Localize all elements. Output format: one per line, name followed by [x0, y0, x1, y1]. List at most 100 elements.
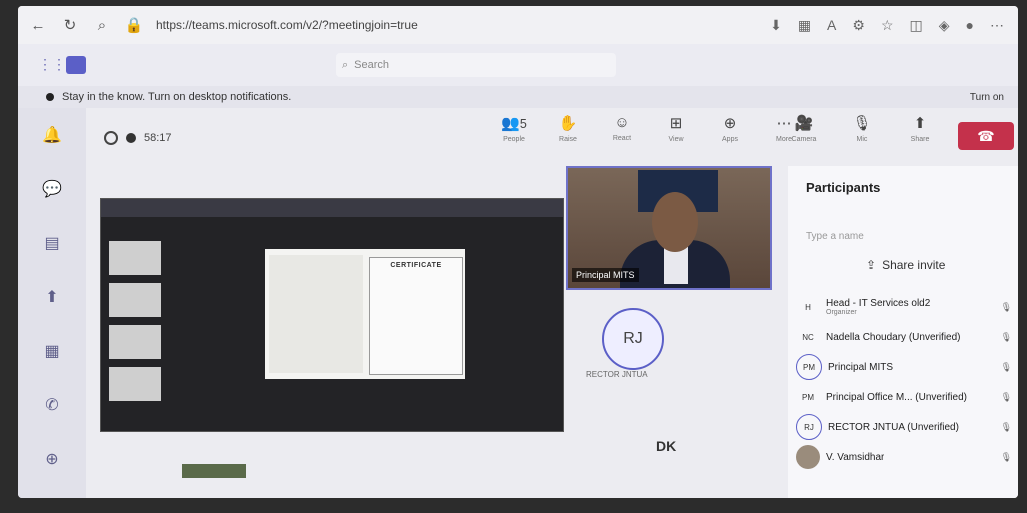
rail-calls[interactable]: ✆ — [18, 378, 86, 432]
share-invite-button[interactable]: ⇪ Share invite — [866, 258, 945, 272]
tool-label: People — [503, 136, 525, 143]
view-button[interactable]: ⊞ View — [658, 114, 694, 143]
mic-button[interactable]: 🎙 Mic — [844, 114, 880, 143]
video-name-label: Principal MITS — [572, 268, 639, 282]
status-icon — [104, 131, 118, 145]
slide-thumbnail — [109, 367, 161, 401]
mic-icon: 🎙 — [1000, 421, 1012, 432]
assignments-icon: ⬆ — [45, 289, 59, 306]
share-icon: ⬆ — [913, 115, 927, 132]
app-launcher-icon[interactable]: ⋮⋮ — [38, 56, 66, 74]
rail-chat[interactable]: 💬 — [18, 162, 86, 216]
install-icon[interactable]: ⬇ — [770, 17, 782, 34]
people-button[interactable]: 👥5 People — [496, 114, 532, 143]
panel-title: Participants — [806, 180, 881, 195]
search-input[interactable]: ⌕ Search — [336, 53, 616, 77]
certificate-title: CERTIFICATE — [390, 262, 442, 269]
react-button[interactable]: ☺ React — [604, 114, 640, 143]
read-aloud-icon[interactable]: A — [827, 17, 836, 34]
apps-icon[interactable]: ▦ — [798, 17, 811, 34]
participant-search-input[interactable]: Type a name — [806, 224, 1006, 248]
app-rail: 🔔 💬 ▤ ⬆ ▦ ✆ ⊕ — [18, 108, 86, 498]
favorite-icon[interactable]: ☆ — [881, 17, 894, 34]
tool-label: View — [668, 136, 684, 143]
participant-name: Head - IT Services old2 — [826, 298, 931, 309]
avatar: H — [805, 302, 811, 312]
mic-icon: 🎙 — [1000, 361, 1012, 372]
raise-hand-icon: ✋ — [558, 115, 578, 132]
split-icon[interactable]: ◫ — [910, 17, 923, 34]
participant-role: Organizer — [826, 309, 857, 316]
rail-apps[interactable]: ⊕ — [18, 432, 86, 486]
recording-icon — [126, 133, 136, 143]
participant-list: H Head - IT Services old2 Organizer 🎙 NC … — [796, 292, 1018, 472]
current-slide: CERTIFICATE — [265, 249, 465, 379]
timer-text: 58:17 — [144, 132, 172, 144]
slide-thumbnail — [109, 283, 161, 317]
avatar: RJ — [796, 414, 822, 440]
back-icon[interactable]: ← — [26, 13, 50, 37]
meeting-timer: 58:17 — [104, 131, 172, 145]
search-icon[interactable]: ⌕ — [90, 13, 114, 37]
list-item[interactable]: PM Principal Office M... (Unverified) 🎙 — [796, 382, 1018, 412]
collections-icon[interactable]: ◈ — [939, 17, 950, 34]
bell-icon: 🔔 — [42, 127, 62, 144]
tool-label: Raise — [559, 136, 577, 143]
slide-thumbnails — [109, 241, 167, 409]
presenter-label — [182, 464, 246, 478]
participant-count: 5 — [519, 117, 527, 131]
certificate-image: CERTIFICATE — [369, 257, 463, 375]
participants-panel: Participants Type a name ⇪ Share invite … — [788, 166, 1018, 498]
refresh-icon[interactable]: ↻ — [58, 13, 82, 37]
avatar: PM — [802, 392, 814, 402]
address-bar[interactable]: https://teams.microsoft.com/v2/?meetingj… — [156, 18, 456, 32]
avatar[interactable]: RJ — [602, 308, 664, 370]
search-placeholder: Search — [354, 59, 390, 71]
list-item[interactable]: V. Vamsidhar 🎙 — [796, 442, 1018, 472]
list-item[interactable]: NC Nadella Choudary (Unverified) 🎙 — [796, 322, 1018, 352]
list-item[interactable]: PM Principal MITS 🎙 — [796, 352, 1018, 382]
mic-icon: 🎙 — [1000, 301, 1012, 312]
avatar-dk[interactable]: DK — [656, 438, 676, 454]
turn-on-button[interactable]: Turn on — [970, 92, 1004, 103]
participant-name: Nadella Choudary (Unverified) — [826, 331, 961, 343]
react-icon: ☺ — [614, 114, 630, 131]
browser-actions: ⬇ ▦ A ⚙ ☆ ◫ ◈ ● ⋯ — [770, 17, 1004, 34]
rail-assignments[interactable]: ⬆ — [18, 270, 86, 324]
view-icon: ⊞ — [669, 115, 683, 132]
avatar-name: RECTOR JNTUA — [586, 370, 648, 379]
share-button[interactable]: ⬆ Share — [902, 114, 938, 143]
mic-icon: 🎙 — [1000, 331, 1012, 342]
participant-name: Principal Office M... (Unverified) — [826, 391, 967, 403]
lock-icon: 🔒 — [124, 17, 144, 34]
mic-icon: 🎙 — [852, 115, 872, 132]
video-person-head — [652, 192, 698, 252]
apps-icon: ⊕ — [723, 115, 737, 132]
leave-button[interactable]: ☎ — [958, 122, 1014, 150]
extensions-icon[interactable]: ⚙ — [852, 17, 865, 34]
control-label: Camera — [791, 136, 817, 143]
video-tile[interactable]: Principal MITS — [566, 166, 772, 290]
participant-name: Principal MITS — [828, 361, 894, 373]
more-icon[interactable]: ⋯ — [990, 17, 1004, 34]
apps-button[interactable]: ⊕ Apps — [712, 114, 748, 143]
meeting-stage: 58:17 👥5 People ✋ Raise ☺ React ⊞ View ⊕ Apps… — [86, 108, 1018, 498]
raise-button[interactable]: ✋ Raise — [550, 114, 586, 143]
rail-activity[interactable]: 🔔 — [18, 108, 86, 162]
teams-header: ⋮⋮ ⌕ Search — [18, 44, 1018, 86]
list-item[interactable]: H Head - IT Services old2 Organizer 🎙 — [796, 292, 1018, 322]
participant-name: RECTOR JNTUA (Unverified) — [828, 421, 959, 433]
rail-teams[interactable]: ▤ — [18, 216, 86, 270]
mic-icon: 🎙 — [1000, 451, 1012, 462]
tool-label: React — [612, 135, 632, 142]
rail-calendar[interactable]: ▦ — [18, 324, 86, 378]
search-icon: ⌕ — [342, 58, 349, 71]
av-controls: 🎥 Camera 🎙 Mic ⬆ Share — [786, 114, 938, 143]
list-item[interactable]: RJ RECTOR JNTUA (Unverified) 🎙 — [796, 412, 1018, 442]
profile-icon[interactable]: ● — [966, 17, 974, 34]
camera-button[interactable]: 🎥 Camera — [786, 114, 822, 143]
info-icon — [46, 93, 54, 101]
notification-text: Stay in the know. Turn on desktop notifi… — [62, 91, 292, 103]
slide-thumbnail — [109, 325, 161, 359]
teams-window: ← ↻ ⌕ 🔒 https://teams.microsoft.com/v2/?… — [18, 6, 1018, 498]
